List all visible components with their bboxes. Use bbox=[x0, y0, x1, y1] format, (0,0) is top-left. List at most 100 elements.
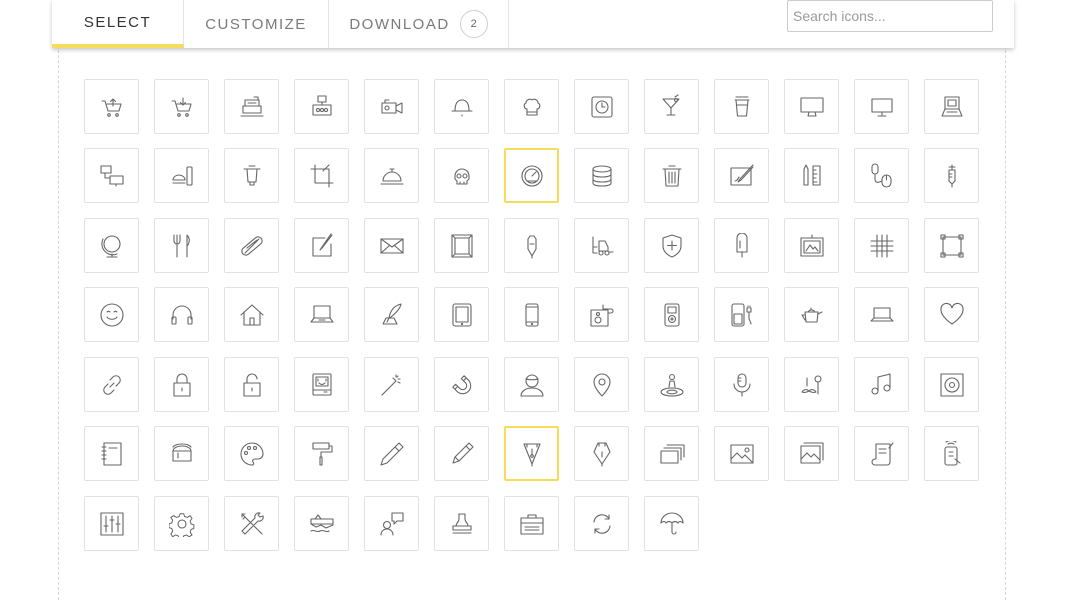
icon-cell-burger-phone[interactable] bbox=[154, 148, 209, 203]
icon-cell-selection-frame[interactable] bbox=[924, 218, 979, 273]
icon-cell-house[interactable] bbox=[224, 287, 279, 342]
user-icon bbox=[519, 373, 544, 397]
icon-cell-heart[interactable] bbox=[924, 287, 979, 342]
icon-cell-scroll-quill[interactable] bbox=[854, 426, 909, 481]
icon-cell-padlock-open[interactable] bbox=[224, 357, 279, 412]
icon-cell-trash-can[interactable] bbox=[644, 148, 699, 203]
icon-cell-padlock-closed[interactable] bbox=[154, 357, 209, 412]
icon-cell-smartphone[interactable] bbox=[504, 287, 559, 342]
wrench-screwdriver-icon bbox=[240, 511, 264, 535]
icon-cell-skull[interactable] bbox=[434, 148, 489, 203]
icon-cell-camcorder[interactable] bbox=[364, 79, 419, 134]
fork-knife-icon bbox=[172, 233, 190, 258]
icon-cell-gear[interactable] bbox=[154, 496, 209, 551]
icon-cell-magnet[interactable] bbox=[434, 357, 489, 412]
tablet-icon bbox=[451, 302, 472, 327]
icon-cell-remote-tap[interactable] bbox=[924, 426, 979, 481]
icon-cell-mustache-monocle[interactable] bbox=[784, 357, 839, 412]
icon-cell-cassette-speaker[interactable] bbox=[574, 287, 629, 342]
icon-cell-rubber-stamp[interactable] bbox=[434, 496, 489, 551]
palette-icon bbox=[240, 441, 264, 466]
icon-cell-speech-user[interactable] bbox=[364, 496, 419, 551]
icon-cell-networked-computers[interactable] bbox=[84, 148, 139, 203]
icon-cell-database[interactable] bbox=[574, 148, 629, 203]
tab-customize[interactable]: CUSTOMIZE bbox=[184, 0, 329, 48]
padlock-closed-icon bbox=[172, 373, 191, 397]
icon-cell-desk-bell[interactable] bbox=[364, 148, 419, 203]
icon-cell-computer-mouse[interactable] bbox=[854, 148, 909, 203]
icon-cell-fountain-pen[interactable] bbox=[504, 426, 559, 481]
icon-cell-retro-mac[interactable] bbox=[294, 357, 349, 412]
icon-cell-pen[interactable] bbox=[434, 426, 489, 481]
icon-cell-speedometer[interactable] bbox=[504, 148, 559, 203]
icon-cell-drawing-tablet[interactable] bbox=[714, 148, 769, 203]
icon-cell-hot-dog[interactable] bbox=[224, 218, 279, 273]
icon-cell-magic-wand[interactable] bbox=[364, 357, 419, 412]
icon-cell-cart-upload[interactable] bbox=[84, 79, 139, 134]
icon-cell-phone-charger[interactable] bbox=[714, 287, 769, 342]
search-input[interactable] bbox=[787, 0, 993, 32]
icon-cell-paint-bucket[interactable] bbox=[154, 426, 209, 481]
icon-cell-wrench-screwdriver[interactable] bbox=[224, 496, 279, 551]
icon-cell-crop-tool[interactable] bbox=[294, 148, 349, 203]
icon-cell-map-pin[interactable] bbox=[574, 357, 629, 412]
icon-cell-syringe[interactable] bbox=[924, 148, 979, 203]
icon-cell-bowler-hat[interactable] bbox=[434, 79, 489, 134]
tab-select[interactable]: SELECT bbox=[52, 0, 184, 48]
icon-cell-fork-knife[interactable] bbox=[154, 218, 209, 273]
icon-cell-tablet[interactable] bbox=[434, 287, 489, 342]
icon-cell-quill-ink[interactable] bbox=[364, 287, 419, 342]
icon-cell-headphones[interactable] bbox=[154, 287, 209, 342]
icon-cell-ice-pop[interactable] bbox=[714, 218, 769, 273]
icon-cell-ipod[interactable] bbox=[644, 287, 699, 342]
icon-cell-shield-cross[interactable] bbox=[644, 218, 699, 273]
icon-cell-pen-nib[interactable] bbox=[504, 218, 559, 273]
icon-cell-retro-computer[interactable] bbox=[924, 79, 979, 134]
icon-cell-music-note[interactable] bbox=[854, 357, 909, 412]
icon-cell-abacus[interactable] bbox=[294, 79, 349, 134]
icon-cell-laptop-small[interactable] bbox=[854, 287, 909, 342]
icon-cell-pencil-ruler[interactable] bbox=[784, 148, 839, 203]
icon-cell-paint-roller[interactable] bbox=[294, 426, 349, 481]
globe-icon bbox=[100, 234, 121, 258]
icon-cell-forklift[interactable] bbox=[574, 218, 629, 273]
icon-cell-shipwreck[interactable] bbox=[294, 496, 349, 551]
icon-cell-globe[interactable] bbox=[84, 218, 139, 273]
icon-cell-equalizer[interactable] bbox=[84, 496, 139, 551]
icon-cell-palette[interactable] bbox=[224, 426, 279, 481]
icon-cell-envelope[interactable] bbox=[364, 218, 419, 273]
icon-cell-image[interactable] bbox=[714, 426, 769, 481]
icon-cell-photo-stack[interactable] bbox=[644, 426, 699, 481]
icon-cell-cooking-pot[interactable] bbox=[224, 148, 279, 203]
icon-cell-location-person[interactable] bbox=[644, 357, 699, 412]
icon-cell-cash-register[interactable] bbox=[224, 79, 279, 134]
icon-cell-user[interactable] bbox=[504, 357, 559, 412]
grid-hash-icon bbox=[869, 233, 894, 258]
icon-cell-monitor[interactable] bbox=[854, 79, 909, 134]
icon-cell-teapot[interactable] bbox=[784, 287, 839, 342]
icon-cell-cart-download[interactable] bbox=[154, 79, 209, 134]
icon-cell-frame[interactable] bbox=[434, 218, 489, 273]
icon-cell-notebook[interactable] bbox=[84, 426, 139, 481]
tab-download[interactable]: DOWNLOAD 2 bbox=[329, 0, 509, 48]
icon-cell-coffee-cup[interactable] bbox=[714, 79, 769, 134]
icon-cell-umbrella[interactable] bbox=[644, 496, 699, 551]
icon-cell-fountain-pen-alt[interactable] bbox=[574, 426, 629, 481]
icon-cell-refresh[interactable] bbox=[574, 496, 629, 551]
icon-cell-cocktail[interactable] bbox=[644, 79, 699, 134]
icon-cell-grid-hash[interactable] bbox=[854, 218, 909, 273]
icon-cell-microphone[interactable] bbox=[714, 357, 769, 412]
icon-cell-clock[interactable] bbox=[574, 79, 629, 134]
icon-cell-desktop-monitor[interactable] bbox=[784, 79, 839, 134]
icon-cell-chef-hat[interactable] bbox=[504, 79, 559, 134]
icon-cell-link[interactable] bbox=[84, 357, 139, 412]
icon-cell-speaker[interactable] bbox=[924, 357, 979, 412]
icon-cell-pencil[interactable] bbox=[364, 426, 419, 481]
icon-cell-image-gallery[interactable] bbox=[784, 426, 839, 481]
icon-cell-painting-easel[interactable] bbox=[784, 218, 839, 273]
photo-stack-icon bbox=[659, 443, 685, 464]
icon-cell-briefcase[interactable] bbox=[504, 496, 559, 551]
icon-cell-smiley[interactable] bbox=[84, 287, 139, 342]
icon-cell-note-pencil[interactable] bbox=[294, 218, 349, 273]
icon-cell-laptop[interactable] bbox=[294, 287, 349, 342]
